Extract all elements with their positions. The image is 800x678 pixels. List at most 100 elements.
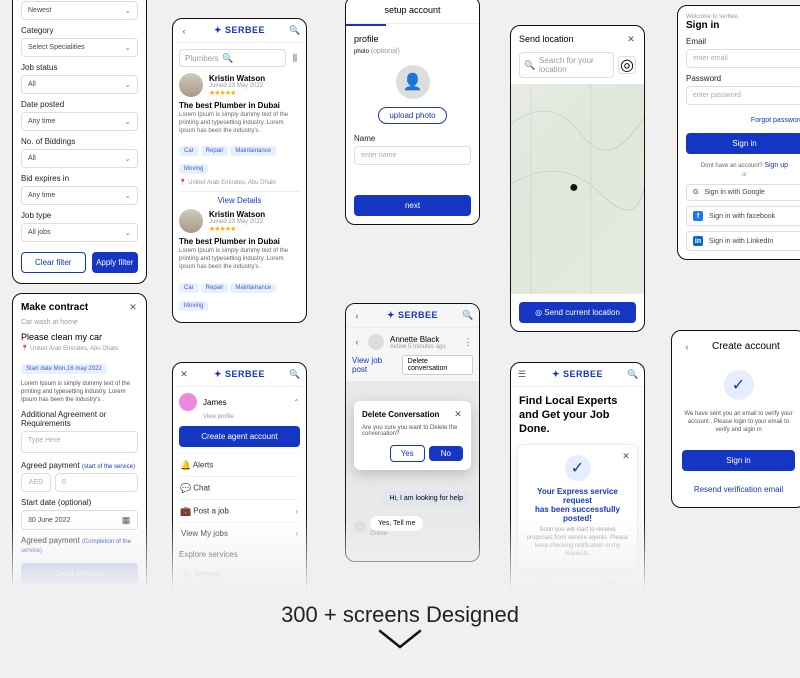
map-search-input[interactable]: 🔍Search for your location xyxy=(519,52,614,78)
biddings-value: All xyxy=(28,155,36,162)
breadcrumb: Car wash at home xyxy=(21,319,138,326)
contract-location: United Arab Emirates, Abu Dhabi. xyxy=(30,346,119,352)
yes-button[interactable]: Yes xyxy=(390,445,425,462)
chevron-down-icon: ⌄ xyxy=(124,191,131,200)
startdate-input[interactable]: 30 June 2022▦ xyxy=(21,510,138,530)
dateposted-select[interactable]: Any time⌄ xyxy=(21,112,138,131)
menu-alerts[interactable]: 🔔 Alerts xyxy=(179,453,300,476)
clear-filter-button[interactable]: Clear filter xyxy=(21,252,86,273)
menu-icon[interactable]: ☰ xyxy=(517,370,527,380)
close-icon[interactable]: ✕ xyxy=(453,409,463,419)
chevron-up-icon[interactable]: ⌃ xyxy=(293,398,300,407)
view-details-link[interactable]: View Details xyxy=(179,191,300,209)
menu-settings[interactable]: ⚙ Settings xyxy=(179,562,300,585)
forgot-password-link[interactable]: Forgot password xyxy=(751,117,800,124)
search-input[interactable]: Plumbers🔍 xyxy=(179,49,286,67)
biddings-select[interactable]: All⌄ xyxy=(21,149,138,168)
name-input[interactable]: enter name xyxy=(354,146,471,165)
view-jobpost-link[interactable]: View job post xyxy=(352,356,398,374)
tag-maint[interactable]: Maintainance xyxy=(230,283,276,293)
view-profile-link[interactable]: View profile xyxy=(203,414,300,420)
jobstatus-select[interactable]: All⌄ xyxy=(21,75,138,94)
delete-conv-menu[interactable]: Delete conversation xyxy=(402,355,473,375)
create-agent-button[interactable]: Create agent account xyxy=(179,426,300,447)
tag-car[interactable]: Car xyxy=(179,146,199,156)
linkedin-signin-button[interactable]: inSign in with LinkedIn xyxy=(686,231,800,251)
tag-car[interactable]: Car xyxy=(179,283,199,293)
brand-logo: ✦ SERBEE xyxy=(214,25,265,36)
addreq-input[interactable]: Type Here xyxy=(21,431,138,453)
create-signin-button[interactable]: Sign in xyxy=(682,450,795,471)
next-button[interactable]: next xyxy=(354,195,471,216)
tag-maint[interactable]: Maintainance xyxy=(230,146,276,156)
close-icon[interactable]: ✕ xyxy=(128,303,138,313)
signup-prompt: Dont have an account? Sign up xyxy=(686,162,800,169)
resend-link[interactable]: Resend verification email xyxy=(694,485,783,494)
send-contract-button[interactable]: Send contract xyxy=(21,563,138,584)
addreq-label: Additional Agreement or Requirements xyxy=(21,410,138,428)
tag-moving[interactable]: Moving xyxy=(179,301,208,311)
google-icon: G xyxy=(693,189,698,196)
contract-desc: Lorem Ipsum is simply dummy text of the … xyxy=(21,381,138,404)
discover-heading: Find Local Experts and Get your Job Done… xyxy=(511,387,644,438)
menu-postjob[interactable]: 💼 Post a job› xyxy=(179,499,300,522)
tag-moving[interactable]: Moving xyxy=(179,164,208,174)
chevron-down-icon: ⌄ xyxy=(124,80,131,89)
locate-icon[interactable]: ◎ xyxy=(618,56,636,74)
agreed1-note: (start of the service) xyxy=(82,464,135,470)
menu-myjobs[interactable]: View My jobs› xyxy=(179,522,300,544)
back-icon[interactable]: ‹ xyxy=(352,337,362,347)
password-input[interactable]: enter password xyxy=(686,86,800,105)
scroll-down-icon[interactable] xyxy=(378,629,422,656)
email-input[interactable]: enter email xyxy=(686,49,800,68)
facebook-signin-button[interactable]: fSign in with facebook xyxy=(686,206,800,226)
avatar xyxy=(179,73,203,97)
close-icon[interactable]: ✕ xyxy=(621,451,631,461)
search-icon[interactable]: 🔍 xyxy=(463,311,473,321)
amount-field[interactable]: 0 xyxy=(55,473,138,492)
jobtype-label: Job type xyxy=(21,211,138,220)
upload-photo-button[interactable]: upload photo xyxy=(378,107,446,124)
kebab-icon[interactable]: ⋮ xyxy=(463,337,473,347)
close-icon[interactable]: ✕ xyxy=(626,34,636,44)
jobtype-select[interactable]: All jobs⌄ xyxy=(21,223,138,242)
filter-icon[interactable]: ⫼ xyxy=(290,53,300,63)
or-divider: or xyxy=(686,172,800,178)
google-signin-button[interactable]: GSign in with Google xyxy=(686,184,800,201)
back-icon[interactable]: ‹ xyxy=(179,26,189,36)
success-line1: Your Express service request xyxy=(526,487,629,505)
bidexpires-select[interactable]: Any time⌄ xyxy=(21,186,138,205)
tag-repair[interactable]: Repair xyxy=(201,146,229,156)
map-canvas[interactable]: ● xyxy=(511,84,644,294)
send-location-button[interactable]: ◎ Send current location xyxy=(519,302,636,323)
biddings-label: No. of Biddings xyxy=(21,137,138,146)
currency-field[interactable]: AED xyxy=(21,473,51,492)
jobstatus-label: Job status xyxy=(21,63,138,72)
search-icon[interactable]: 🔍 xyxy=(290,26,300,36)
chat-bubble-in: Yes, Tell me xyxy=(370,516,423,531)
back-icon[interactable]: ‹ xyxy=(682,342,692,352)
success-line2: has been successfully posted! xyxy=(526,505,629,523)
electrician-icon: 💡 xyxy=(581,579,637,600)
no-button[interactable]: No xyxy=(429,446,463,461)
map-pin-icon: ● xyxy=(569,179,579,197)
apply-filter-button[interactable]: Apply filter xyxy=(92,252,139,273)
search-icon[interactable]: 🔍 xyxy=(290,370,300,380)
avatar-placeholder: 👤 xyxy=(396,65,430,99)
close-icon[interactable]: ✕ xyxy=(179,370,189,380)
sort-select[interactable]: Newest⌄ xyxy=(21,1,138,20)
tag-repair[interactable]: Repair xyxy=(201,283,229,293)
listing-name: Kristin Watson xyxy=(209,74,265,83)
brand-logo: ✦ SERBEE xyxy=(552,369,603,380)
dialog-title: Delete Conversation xyxy=(362,410,439,419)
signin-button[interactable]: Sign in xyxy=(686,133,800,154)
facebook-icon: f xyxy=(693,211,703,221)
dialog-message: Are you sure you want to Delete the conv… xyxy=(362,425,463,437)
back-icon[interactable]: ‹ xyxy=(352,311,362,321)
signup-link[interactable]: Sign up xyxy=(764,162,788,169)
menu-username: James xyxy=(203,398,227,407)
menu-chat[interactable]: 💬 Chat xyxy=(179,476,300,499)
avatar xyxy=(179,393,197,411)
search-icon[interactable]: 🔍 xyxy=(628,370,638,380)
category-select[interactable]: Select Specialities⌄ xyxy=(21,38,138,57)
